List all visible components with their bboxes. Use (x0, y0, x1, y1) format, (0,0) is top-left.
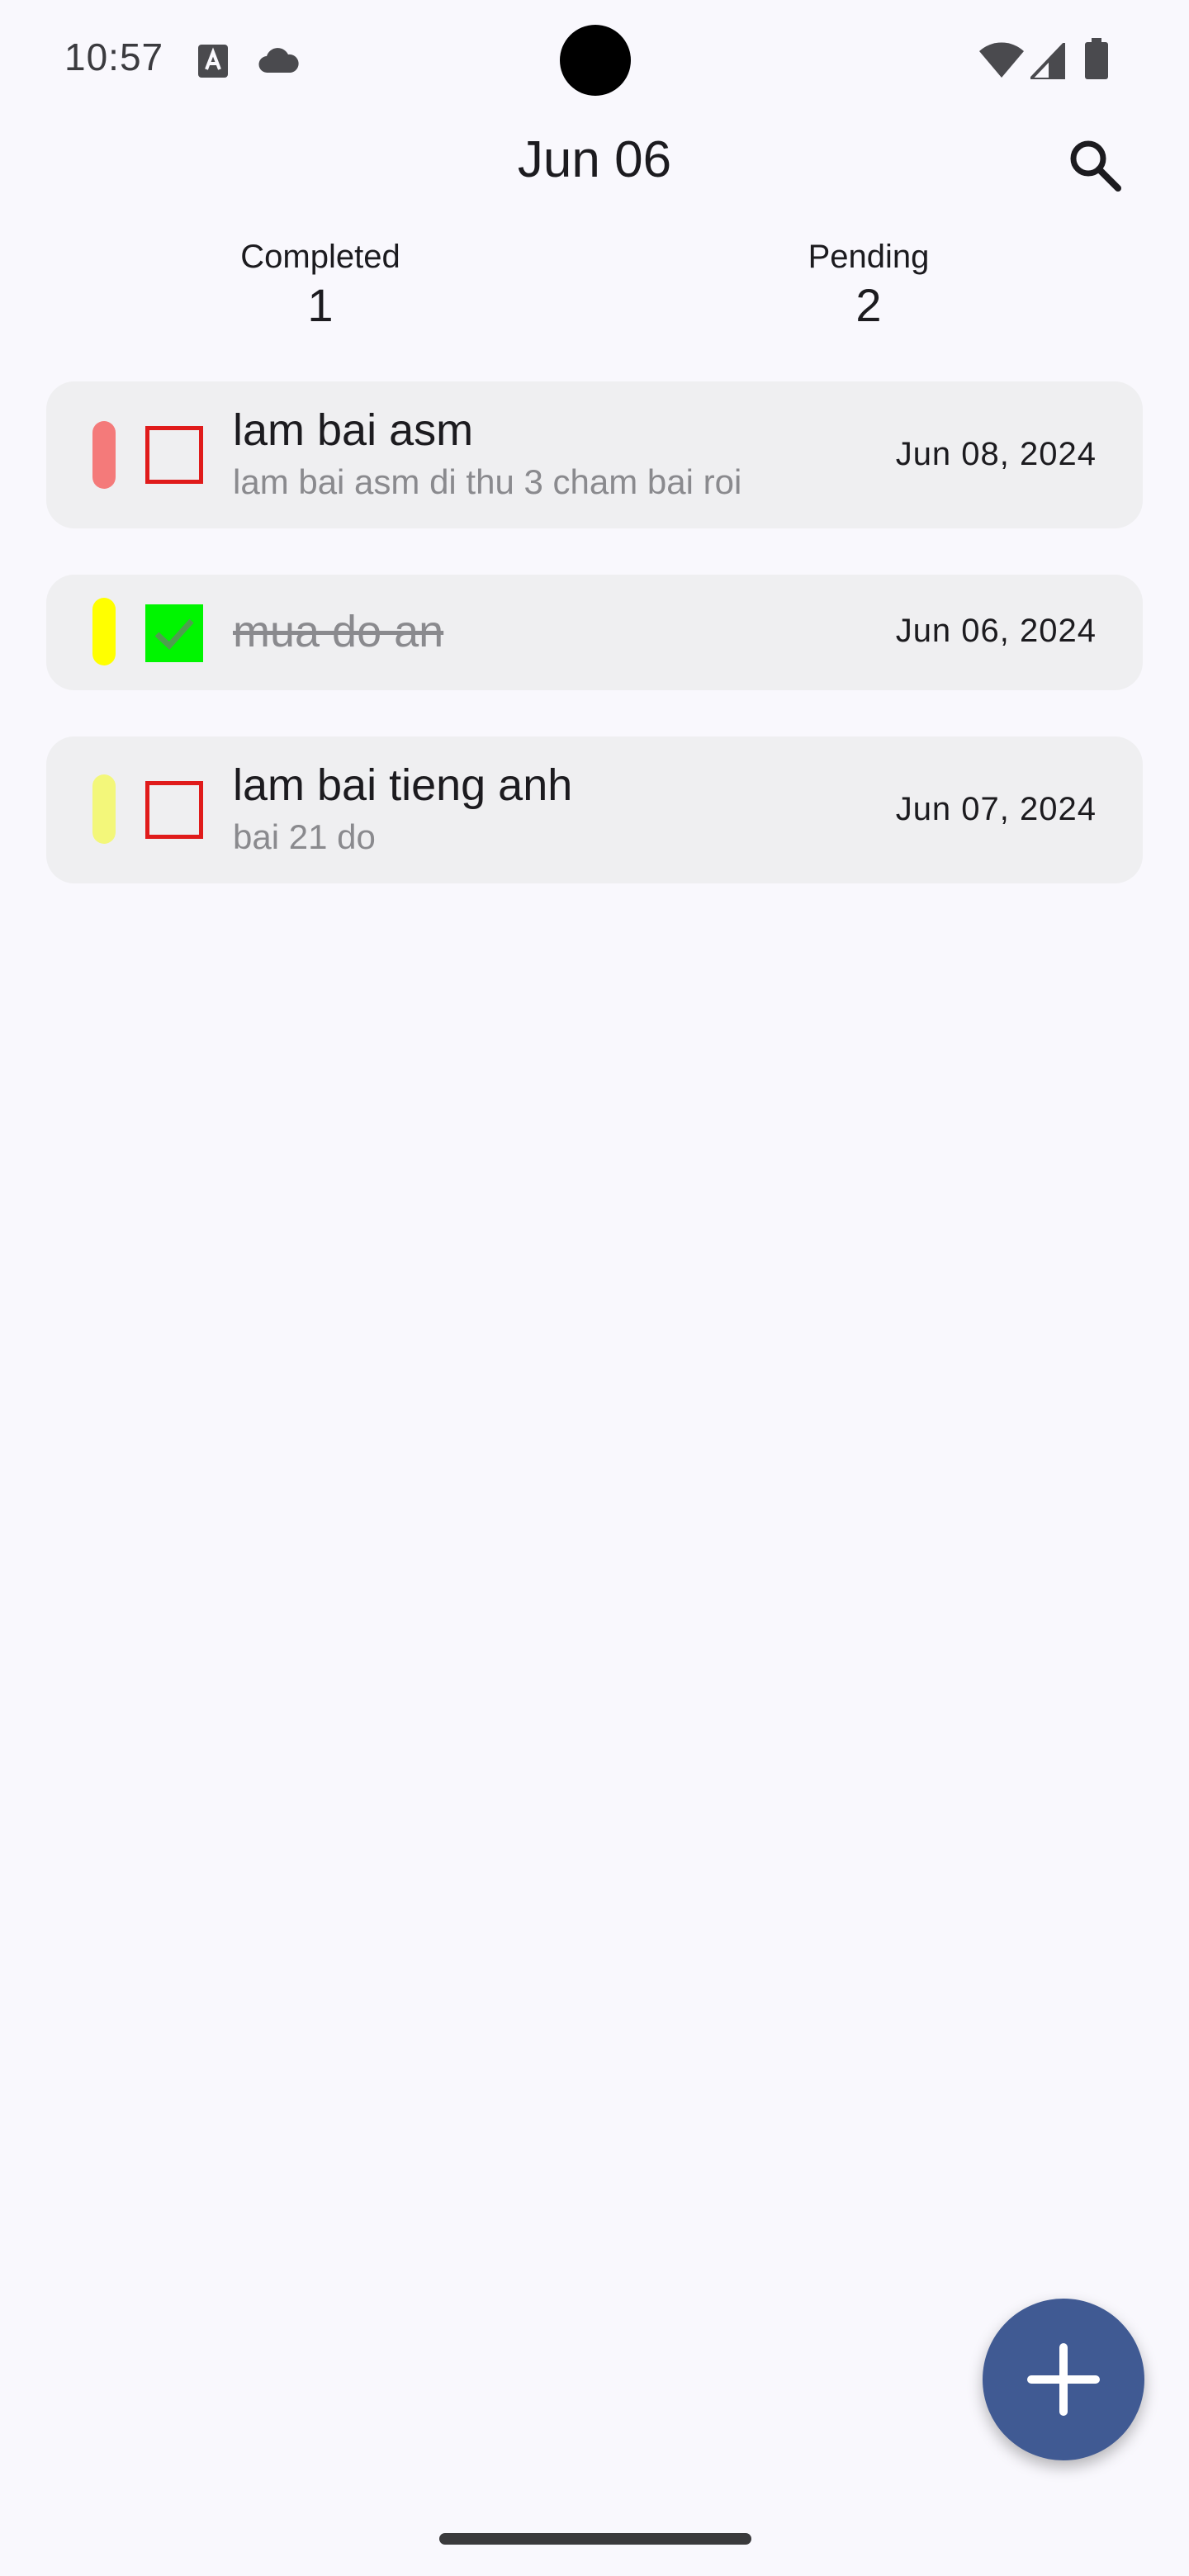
page-title: Jun 06 (517, 131, 672, 188)
checkmark-icon (154, 618, 194, 650)
task-item[interactable]: mua do an Jun 06, 2024 (46, 575, 1143, 690)
pending-summary: Pending 2 (703, 236, 1034, 334)
completed-summary: Completed 1 (155, 236, 486, 334)
priority-indicator (92, 421, 116, 489)
add-task-button[interactable] (983, 2299, 1144, 2460)
task-checkbox[interactable] (145, 426, 203, 484)
search-icon (1070, 140, 1121, 192)
task-description: lam bai asm di thu 3 cham bai roi (233, 462, 742, 501)
cloud-icon (258, 48, 299, 78)
task-date: Jun 07, 2024 (895, 791, 1097, 827)
home-gesture-bar[interactable] (439, 2533, 751, 2545)
pending-count: 2 (855, 279, 882, 331)
font-download-icon (198, 45, 228, 82)
task-checkbox[interactable] (145, 604, 203, 662)
pending-label: Pending (808, 239, 930, 275)
task-item[interactable]: lam bai tieng anh bai 21 do Jun 07, 2024 (46, 736, 1143, 883)
priority-indicator (92, 774, 116, 844)
task-title: lam bai tieng anh (233, 760, 573, 810)
task-title: mua do an (233, 607, 444, 656)
status-bar: 10:57 (0, 0, 1189, 119)
cellular-signal-icon (1026, 39, 1067, 83)
task-item[interactable]: lam bai asm lam bai asm di thu 3 cham ba… (46, 381, 1143, 528)
search-button[interactable] (1065, 135, 1125, 195)
task-date: Jun 06, 2024 (895, 613, 1097, 649)
front-camera (560, 25, 631, 96)
task-description: bai 21 do (233, 817, 376, 856)
status-time: 10:57 (64, 36, 164, 78)
completed-count: 1 (307, 279, 334, 331)
battery-icon (1085, 38, 1108, 83)
completed-label: Completed (240, 239, 400, 275)
priority-indicator (92, 598, 116, 665)
plus-icon (1027, 2343, 1100, 2416)
wifi-icon (979, 41, 1024, 82)
task-date: Jun 08, 2024 (895, 436, 1097, 472)
task-title: lam bai asm (233, 405, 474, 455)
task-checkbox[interactable] (145, 781, 203, 839)
